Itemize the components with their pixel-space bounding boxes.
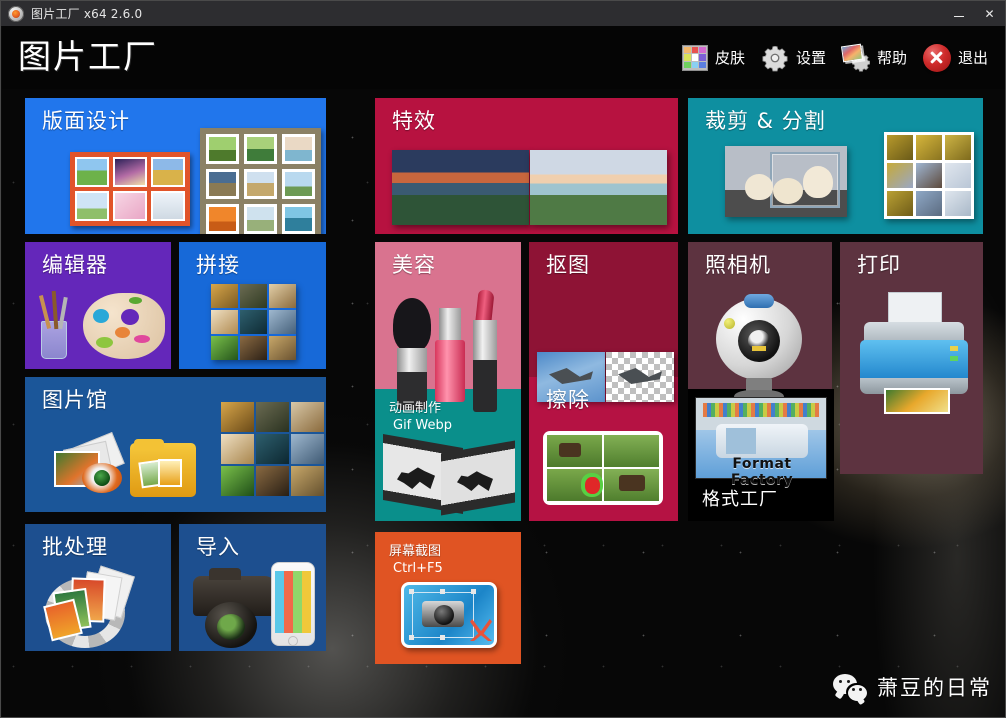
tile-title: 裁剪 & 分割 bbox=[705, 108, 826, 134]
crop-puppies-photo bbox=[725, 146, 847, 217]
gallery-eye-stack-art bbox=[50, 439, 134, 501]
gallery-thumb-grid-art bbox=[221, 402, 324, 496]
watermark-text: 萧豆的日常 bbox=[877, 672, 992, 702]
tile-layout-design[interactable]: 版面设计 bbox=[25, 98, 326, 234]
help-photos-icon bbox=[842, 45, 870, 71]
layout-collage-stamp-art bbox=[200, 128, 321, 234]
layout-collage-orange-art bbox=[70, 152, 190, 226]
tile-title: 版面设计 bbox=[42, 108, 130, 134]
tile-title: 编辑器 bbox=[42, 252, 108, 278]
tile-batch[interactable]: 批处理 bbox=[25, 524, 171, 651]
help-label: 帮助 bbox=[877, 47, 907, 68]
split-grid-photo bbox=[884, 132, 974, 219]
gear-icon bbox=[761, 44, 789, 72]
tile-title: 照相机 bbox=[705, 252, 771, 278]
palette-brushes-art bbox=[33, 287, 165, 365]
wechat-icon bbox=[833, 674, 867, 701]
printer-art bbox=[854, 292, 972, 416]
tile-screenshot[interactable]: 屏幕截图 Ctrl+F5 bbox=[375, 532, 521, 664]
cutout-after-photo bbox=[606, 352, 674, 402]
title-bar: 图片工厂 x64 2.6.0 ✕ bbox=[1, 1, 1005, 26]
app-gear-icon bbox=[8, 6, 24, 22]
batch-gear-photos-art bbox=[41, 568, 155, 648]
settings-button[interactable]: 设置 bbox=[755, 40, 836, 76]
tile-stitch[interactable]: 拼接 bbox=[179, 242, 326, 369]
webcam-art bbox=[708, 294, 814, 414]
stitch-grid-art bbox=[211, 284, 296, 360]
format-factory-brand-text: Format Factory bbox=[706, 456, 818, 488]
page-title: 图片工厂 bbox=[18, 35, 158, 79]
tile-title: 动画制作 bbox=[389, 400, 441, 417]
exit-label: 退出 bbox=[958, 47, 988, 68]
header-actions: 皮肤 设置 bbox=[676, 26, 998, 89]
exit-button[interactable]: 退出 bbox=[917, 40, 998, 76]
app-header: 图片工厂 皮肤 bbox=[2, 26, 1006, 89]
tile-import[interactable]: 导入 bbox=[179, 524, 326, 651]
tile-title: 屏幕截图 bbox=[389, 543, 441, 560]
gallery-folder-art bbox=[130, 439, 196, 499]
exit-circle-x-icon bbox=[923, 44, 951, 72]
import-camera-phone-art bbox=[191, 562, 321, 650]
tile-title: 拼接 bbox=[196, 252, 240, 278]
window-controls: ✕ bbox=[943, 1, 1005, 26]
tile-title: 批处理 bbox=[42, 534, 108, 560]
tile-print[interactable]: 打印 bbox=[840, 242, 983, 474]
beauty-cosmetics-art bbox=[385, 290, 513, 462]
tile-crop-split[interactable]: 裁剪 & 分割 bbox=[688, 98, 983, 234]
tile-gallery[interactable]: 图片馆 bbox=[25, 377, 326, 512]
effects-after-photo bbox=[530, 150, 667, 225]
tile-format-factory[interactable]: Format Factory 格式工厂 bbox=[688, 389, 834, 521]
tile-title: 特效 bbox=[392, 108, 436, 134]
screenshot-camera-scissors-art bbox=[401, 582, 497, 648]
tile-title: 抠图 bbox=[546, 252, 590, 278]
tile-title: 美容 bbox=[392, 252, 436, 278]
minimize-button[interactable] bbox=[943, 1, 974, 26]
application-window: 图片工厂 x64 2.6.0 ✕ 图片工厂 皮肤 bbox=[0, 0, 1006, 718]
watermark: 萧豆的日常 bbox=[833, 672, 992, 702]
skin-palette-icon bbox=[682, 45, 708, 71]
tile-subtitle: Ctrl+F5 bbox=[393, 560, 443, 577]
tile-title: 图片馆 bbox=[42, 387, 108, 413]
tile-surface: 版面设计 bbox=[2, 89, 1006, 718]
close-button[interactable]: ✕ bbox=[974, 1, 1005, 26]
skin-label: 皮肤 bbox=[715, 47, 745, 68]
tile-title: 打印 bbox=[857, 252, 901, 278]
tile-subtitle: Gif Webp bbox=[393, 417, 452, 434]
tile-special-effects[interactable]: 特效 bbox=[375, 98, 678, 234]
effects-before-photo bbox=[392, 150, 529, 225]
filmstrip-horse-art bbox=[383, 441, 515, 513]
tile-title: 擦除 bbox=[546, 387, 590, 413]
erase-deer-photos-art bbox=[543, 431, 663, 505]
window-title: 图片工厂 x64 2.6.0 bbox=[31, 5, 142, 22]
help-button[interactable]: 帮助 bbox=[836, 41, 917, 75]
skin-button[interactable]: 皮肤 bbox=[676, 41, 755, 75]
tile-title: 格式工厂 bbox=[702, 487, 778, 513]
settings-label: 设置 bbox=[796, 47, 826, 68]
tile-editor[interactable]: 编辑器 bbox=[25, 242, 171, 369]
tile-title: 导入 bbox=[196, 534, 240, 560]
